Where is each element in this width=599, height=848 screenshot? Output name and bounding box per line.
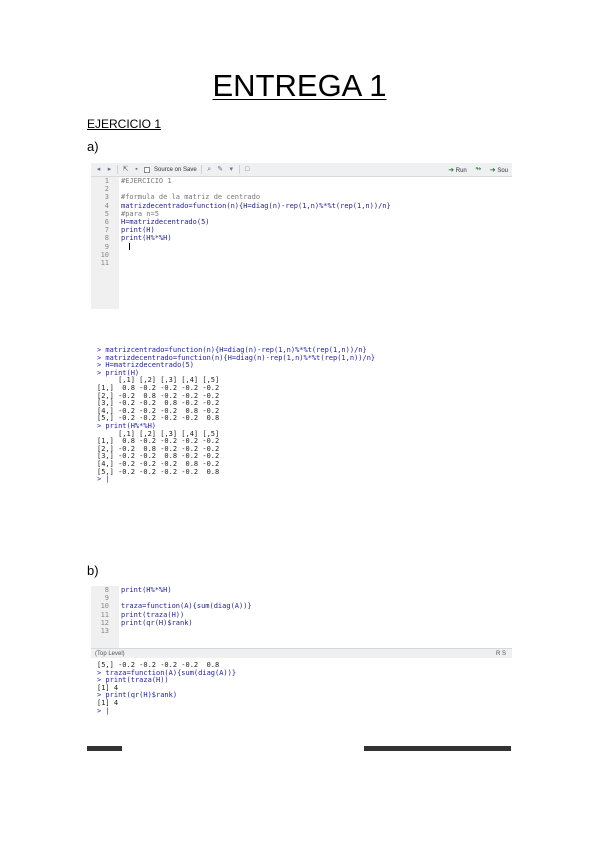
line-number: 8 (104, 234, 109, 243)
line-number: 13 (100, 626, 109, 635)
line-number: 4 (104, 201, 109, 210)
code-text: print(H%*%H) (121, 234, 172, 243)
source-label: Sou (497, 167, 508, 174)
editor-toolbar: ◂ ▸ ⇱ ▪ Source on Save ⌕ ✎ ▾ □ ➜ Run ↬ ➜… (91, 163, 512, 177)
toolbar-right: ➜ Run ↬ ➜ Sou (448, 166, 512, 174)
code-text: matrizdecentrado=function(n){H=diag(n)-r… (121, 201, 391, 210)
line-number: 2 (104, 185, 109, 194)
part-b-label: b) (87, 563, 99, 578)
text-cursor (129, 243, 130, 251)
file-type-indicator[interactable]: R S (496, 651, 512, 657)
wand-icon[interactable]: ✎ (217, 166, 224, 173)
code-line[interactable]: 9 (105, 243, 512, 251)
editor-body: 1 #EJERCICIO 1 2 3 #formula de la matriz de … (91, 177, 512, 309)
source-button[interactable]: ➜ Sou (490, 166, 508, 174)
code-line[interactable]: 5 #para n=5 (105, 210, 512, 218)
console-output: [1] 4 (97, 698, 119, 707)
run-arrow-icon: ➜ (448, 166, 455, 174)
compile-icon[interactable]: □ (244, 166, 251, 173)
code-line[interactable]: 4 matrizdecentrado=function(n){H=diag(n)-… (105, 202, 512, 210)
console-command: > print(traza(H)) (97, 676, 169, 685)
editor-body: 8 print(H%*%H) 9 10 traza=function(A){sum(di… (91, 586, 512, 648)
code-line[interactable]: 11 print(traza(H)) (101, 611, 512, 619)
bottom-bar-right (364, 746, 511, 751)
code-line[interactable]: 11 (101, 259, 512, 267)
show-in-window-icon[interactable]: ⇱ (122, 166, 129, 173)
line-number: 8 (104, 586, 109, 594)
line-number: 10 (100, 602, 109, 611)
toolbar-separator (238, 165, 240, 174)
line-number: 5 (104, 209, 109, 218)
line-number: 11 (100, 258, 109, 267)
line-number: 11 (100, 610, 109, 619)
code-line[interactable]: 8 print(H%*%H) (105, 234, 512, 242)
line-number: 3 (104, 193, 109, 202)
console-output: [5,] -0.2 -0.2 -0.2 -0.2 0.8 (97, 467, 220, 476)
console-command: > H=matrizdecentrado(5) (97, 361, 194, 370)
line-number: 9 (104, 242, 109, 251)
code-text: print(qr(H)$rank) (121, 618, 193, 627)
code-text: #para n=5 (121, 209, 159, 218)
console-screenshot-b: [5,] -0.2 -0.2 -0.2 -0.2 0.8 > traza=func… (91, 660, 512, 740)
code-line[interactable]: 12 print(qr(H)$rank) (101, 619, 512, 627)
console-command: > | (97, 475, 110, 484)
line-number: 9 (104, 594, 109, 603)
dropdown-icon[interactable]: ▾ (228, 166, 235, 173)
code-text: print(H) (121, 226, 155, 235)
forward-icon[interactable]: ▸ (106, 166, 113, 173)
code-line[interactable]: 9 (105, 594, 512, 602)
code-line[interactable]: 10 (101, 251, 512, 259)
source-on-save-label: Source on Save (154, 166, 197, 173)
search-icon[interactable]: ⌕ (206, 166, 213, 173)
code-line[interactable]: 1 #EJERCICIO 1 (105, 177, 512, 185)
line-number: 12 (100, 618, 109, 627)
scope-indicator[interactable]: (Top Level) (95, 651, 125, 657)
code-text: traza=function(A){sum(diag(A))} (121, 602, 252, 611)
line-number: 6 (104, 217, 109, 226)
code-text: #EJERCICIO 1 (121, 177, 172, 185)
editor-screenshot-a: ◂ ▸ ⇱ ▪ Source on Save ⌕ ✎ ▾ □ ➜ Run ↬ ➜… (91, 163, 512, 309)
console-screenshot-a: > matrizcentrado=function(n){H=diag(n)-r… (91, 343, 512, 529)
code-text: #formula de la matriz de centrado (121, 193, 261, 202)
code-line[interactable]: 8 print(H%*%H) (105, 586, 512, 594)
code-area[interactable]: 1 #EJERCICIO 1 2 3 #formula de la matriz de … (101, 177, 512, 309)
part-a-label: a) (87, 139, 99, 154)
back-icon[interactable]: ◂ (95, 166, 102, 173)
line-number: 1 (104, 177, 109, 185)
console-command: > print(qr(H)$rank) (97, 691, 178, 700)
line-number: 10 (100, 250, 109, 259)
code-line[interactable]: 13 (101, 627, 512, 635)
document-title: ENTREGA 1 (212, 68, 387, 103)
code-text: H=matrizdecentrado(5) (121, 217, 210, 226)
console-command: > | (97, 706, 110, 715)
editor-screenshot-b: 8 print(H%*%H) 9 10 traza=function(A){sum(di… (91, 586, 512, 658)
code-line[interactable]: 2 (105, 185, 512, 193)
toolbar-separator (117, 165, 118, 174)
editor-status-bar: (Top Level) R S (91, 648, 512, 658)
code-text: print(H%*%H) (121, 586, 172, 594)
line-number: 7 (104, 226, 109, 235)
bottom-bar-left (87, 746, 122, 751)
source-on-save-checkbox[interactable] (144, 166, 150, 173)
toolbar-separator (200, 165, 202, 174)
section-heading: EJERCICIO 1 (87, 117, 162, 131)
run-label: Run (455, 167, 467, 174)
code-line[interactable]: 6 H=matrizdecentrado(5) (105, 218, 512, 226)
code-line[interactable]: 7 print(H) (105, 226, 512, 234)
code-text: print(traza(H)) (121, 610, 185, 619)
rerun-icon[interactable]: ↬ (475, 166, 482, 173)
code-line[interactable]: 3 #formula de la matriz de centrado (105, 193, 512, 201)
source-arrow-icon: ➜ (489, 166, 496, 174)
code-area[interactable]: 8 print(H%*%H) 9 10 traza=function(A){sum(di… (101, 586, 512, 648)
code-line[interactable]: 10 traza=function(A){sum(diag(A))} (101, 602, 512, 610)
save-icon[interactable]: ▪ (133, 166, 140, 173)
run-button[interactable]: ➜ Run (448, 166, 467, 174)
